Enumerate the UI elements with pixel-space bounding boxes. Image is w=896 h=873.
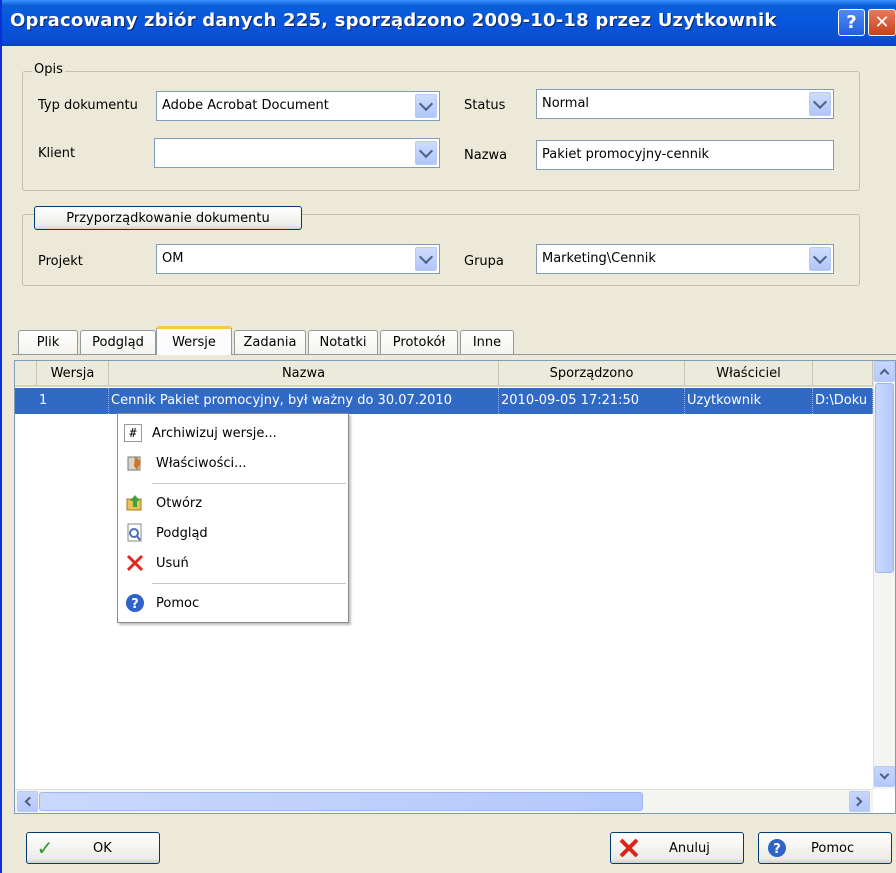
klient-select[interactable] <box>154 138 440 168</box>
menu-item-label: Otwórz <box>156 495 203 511</box>
projekt-select[interactable]: OM <box>156 244 440 274</box>
header-path[interactable] <box>813 361 873 387</box>
title-help-button[interactable]: ? <box>838 9 865 36</box>
dialog-window: Opracowany zbiór danych 225, sporządzono… <box>0 0 896 873</box>
title-bar[interactable]: Opracowany zbiór danych 225, sporządzono… <box>2 0 896 46</box>
table-row[interactable]: 1 Cennik Pakiet promocyjny, był ważny do… <box>15 388 873 414</box>
window-title: Opracowany zbiór danych 225, sporządzono… <box>10 10 777 31</box>
chevron-down-icon[interactable] <box>415 94 437 118</box>
cancel-label: Anuluj <box>669 841 710 856</box>
status-label: Status <box>464 98 506 113</box>
menu-item-help[interactable]: ? Pomoc <box>120 589 346 617</box>
title-close-button[interactable]: ✕ <box>868 9 896 36</box>
cancel-button[interactable]: Anuluj <box>610 832 744 864</box>
chevron-up-icon <box>879 368 890 379</box>
document-assignment-button[interactable]: Przyporządkowanie dokumentu <box>34 206 302 230</box>
projekt-label: Projekt <box>38 254 83 269</box>
header-wersja[interactable]: Wersja <box>37 361 109 387</box>
tab-inne[interactable]: Inne <box>460 330 514 354</box>
chevron-down-icon[interactable] <box>809 92 831 116</box>
grid-corner <box>15 361 37 387</box>
menu-item-open[interactable]: Otwórz <box>120 489 346 517</box>
help-icon: ? <box>765 837 789 859</box>
chevron-down-icon[interactable] <box>415 247 437 271</box>
horizontal-scroll-thumb[interactable] <box>39 792 643 811</box>
header-nazwa[interactable]: Nazwa <box>109 361 499 387</box>
scroll-left-button[interactable] <box>17 791 38 812</box>
menu-item-properties[interactable]: Właściwości... <box>120 449 346 477</box>
properties-icon <box>124 452 146 474</box>
typ-dokumentu-value: Adobe Acrobat Document <box>162 98 329 113</box>
chevron-down-icon <box>879 769 890 780</box>
help-label: Pomoc <box>811 841 855 856</box>
chevron-right-icon <box>852 796 863 807</box>
cell-sporzadzono: 2010-09-05 17:21:50 <box>499 388 685 414</box>
vertical-scroll-thumb[interactable] <box>875 383 894 573</box>
menu-item-delete[interactable]: Usuń <box>120 549 346 577</box>
menu-item-label: Pomoc <box>156 595 200 611</box>
tab-podglad[interactable]: Podgląd <box>80 330 156 354</box>
ok-label: OK <box>93 841 112 856</box>
svg-text:?: ? <box>773 842 781 857</box>
scroll-right-button[interactable] <box>849 791 870 812</box>
grupa-select[interactable]: Marketing\Cennik <box>536 244 834 274</box>
help-icon: ? <box>124 592 146 614</box>
chevron-down-icon[interactable] <box>415 141 437 165</box>
cell-wersja: 1 <box>37 388 109 414</box>
close-icon <box>617 837 641 859</box>
menu-separator <box>152 583 346 584</box>
menu-separator <box>152 483 346 484</box>
header-sporzadzono[interactable]: Sporządzono <box>499 361 685 387</box>
tab-wersje[interactable]: Wersje <box>156 326 232 355</box>
status-select[interactable]: Normal <box>536 89 834 119</box>
opis-legend: Opis <box>32 62 65 77</box>
svg-text:?: ? <box>131 597 139 612</box>
preview-icon <box>124 522 146 544</box>
chevron-down-icon[interactable] <box>809 247 831 271</box>
check-icon: ✓ <box>36 836 54 860</box>
tab-zadania[interactable]: Zadania <box>234 330 306 354</box>
cell-wlasciciel: Uzytkownik <box>685 388 813 414</box>
nazwa-value: Pakiet promocyjny-cennik <box>542 147 710 162</box>
cell-path: D:\Doku <box>813 388 873 414</box>
tab-notatki[interactable]: Notatki <box>308 330 378 354</box>
typ-dokumentu-select[interactable]: Adobe Acrobat Document <box>156 91 440 121</box>
nazwa-field[interactable]: Pakiet promocyjny-cennik <box>536 140 834 170</box>
open-icon <box>124 492 146 514</box>
header-wlasciciel[interactable]: Właściciel <box>685 361 813 387</box>
tab-plik[interactable]: Plik <box>18 330 78 354</box>
status-value: Normal <box>542 96 590 111</box>
delete-icon <box>124 552 146 574</box>
nazwa-label: Nazwa <box>464 148 508 163</box>
context-menu: # Archiwizuj wersje... Właściwości... Ot… <box>117 413 349 623</box>
menu-item-archive[interactable]: # Archiwizuj wersje... <box>120 419 346 447</box>
grupa-label: Grupa <box>464 254 504 269</box>
cell-nazwa: Cennik Pakiet promocyjny, był ważny do 3… <box>109 388 499 414</box>
menu-item-label: Właściwości... <box>156 455 247 471</box>
scroll-down-button[interactable] <box>874 766 895 787</box>
scroll-up-button[interactable] <box>874 361 895 382</box>
vertical-scrollbar[interactable] <box>873 361 895 789</box>
horizontal-scrollbar[interactable] <box>15 789 873 813</box>
projekt-value: OM <box>162 251 184 266</box>
help-button[interactable]: ? Pomoc <box>758 832 892 864</box>
menu-item-preview[interactable]: Podgląd <box>120 519 346 547</box>
tab-protokol[interactable]: Protokół <box>380 330 458 354</box>
hash-icon: # <box>124 424 142 442</box>
menu-item-label: Usuń <box>156 555 189 571</box>
grupa-value: Marketing\Cennik <box>542 251 656 266</box>
klient-label: Klient <box>38 146 76 161</box>
ok-button[interactable]: ✓ OK <box>26 832 160 864</box>
chevron-left-icon <box>24 796 35 807</box>
tab-strip-line <box>12 354 896 355</box>
menu-item-label: Archiwizuj wersje... <box>152 425 277 441</box>
menu-item-label: Podgląd <box>156 525 208 541</box>
typ-dokumentu-label: Typ dokumentu <box>38 98 138 113</box>
